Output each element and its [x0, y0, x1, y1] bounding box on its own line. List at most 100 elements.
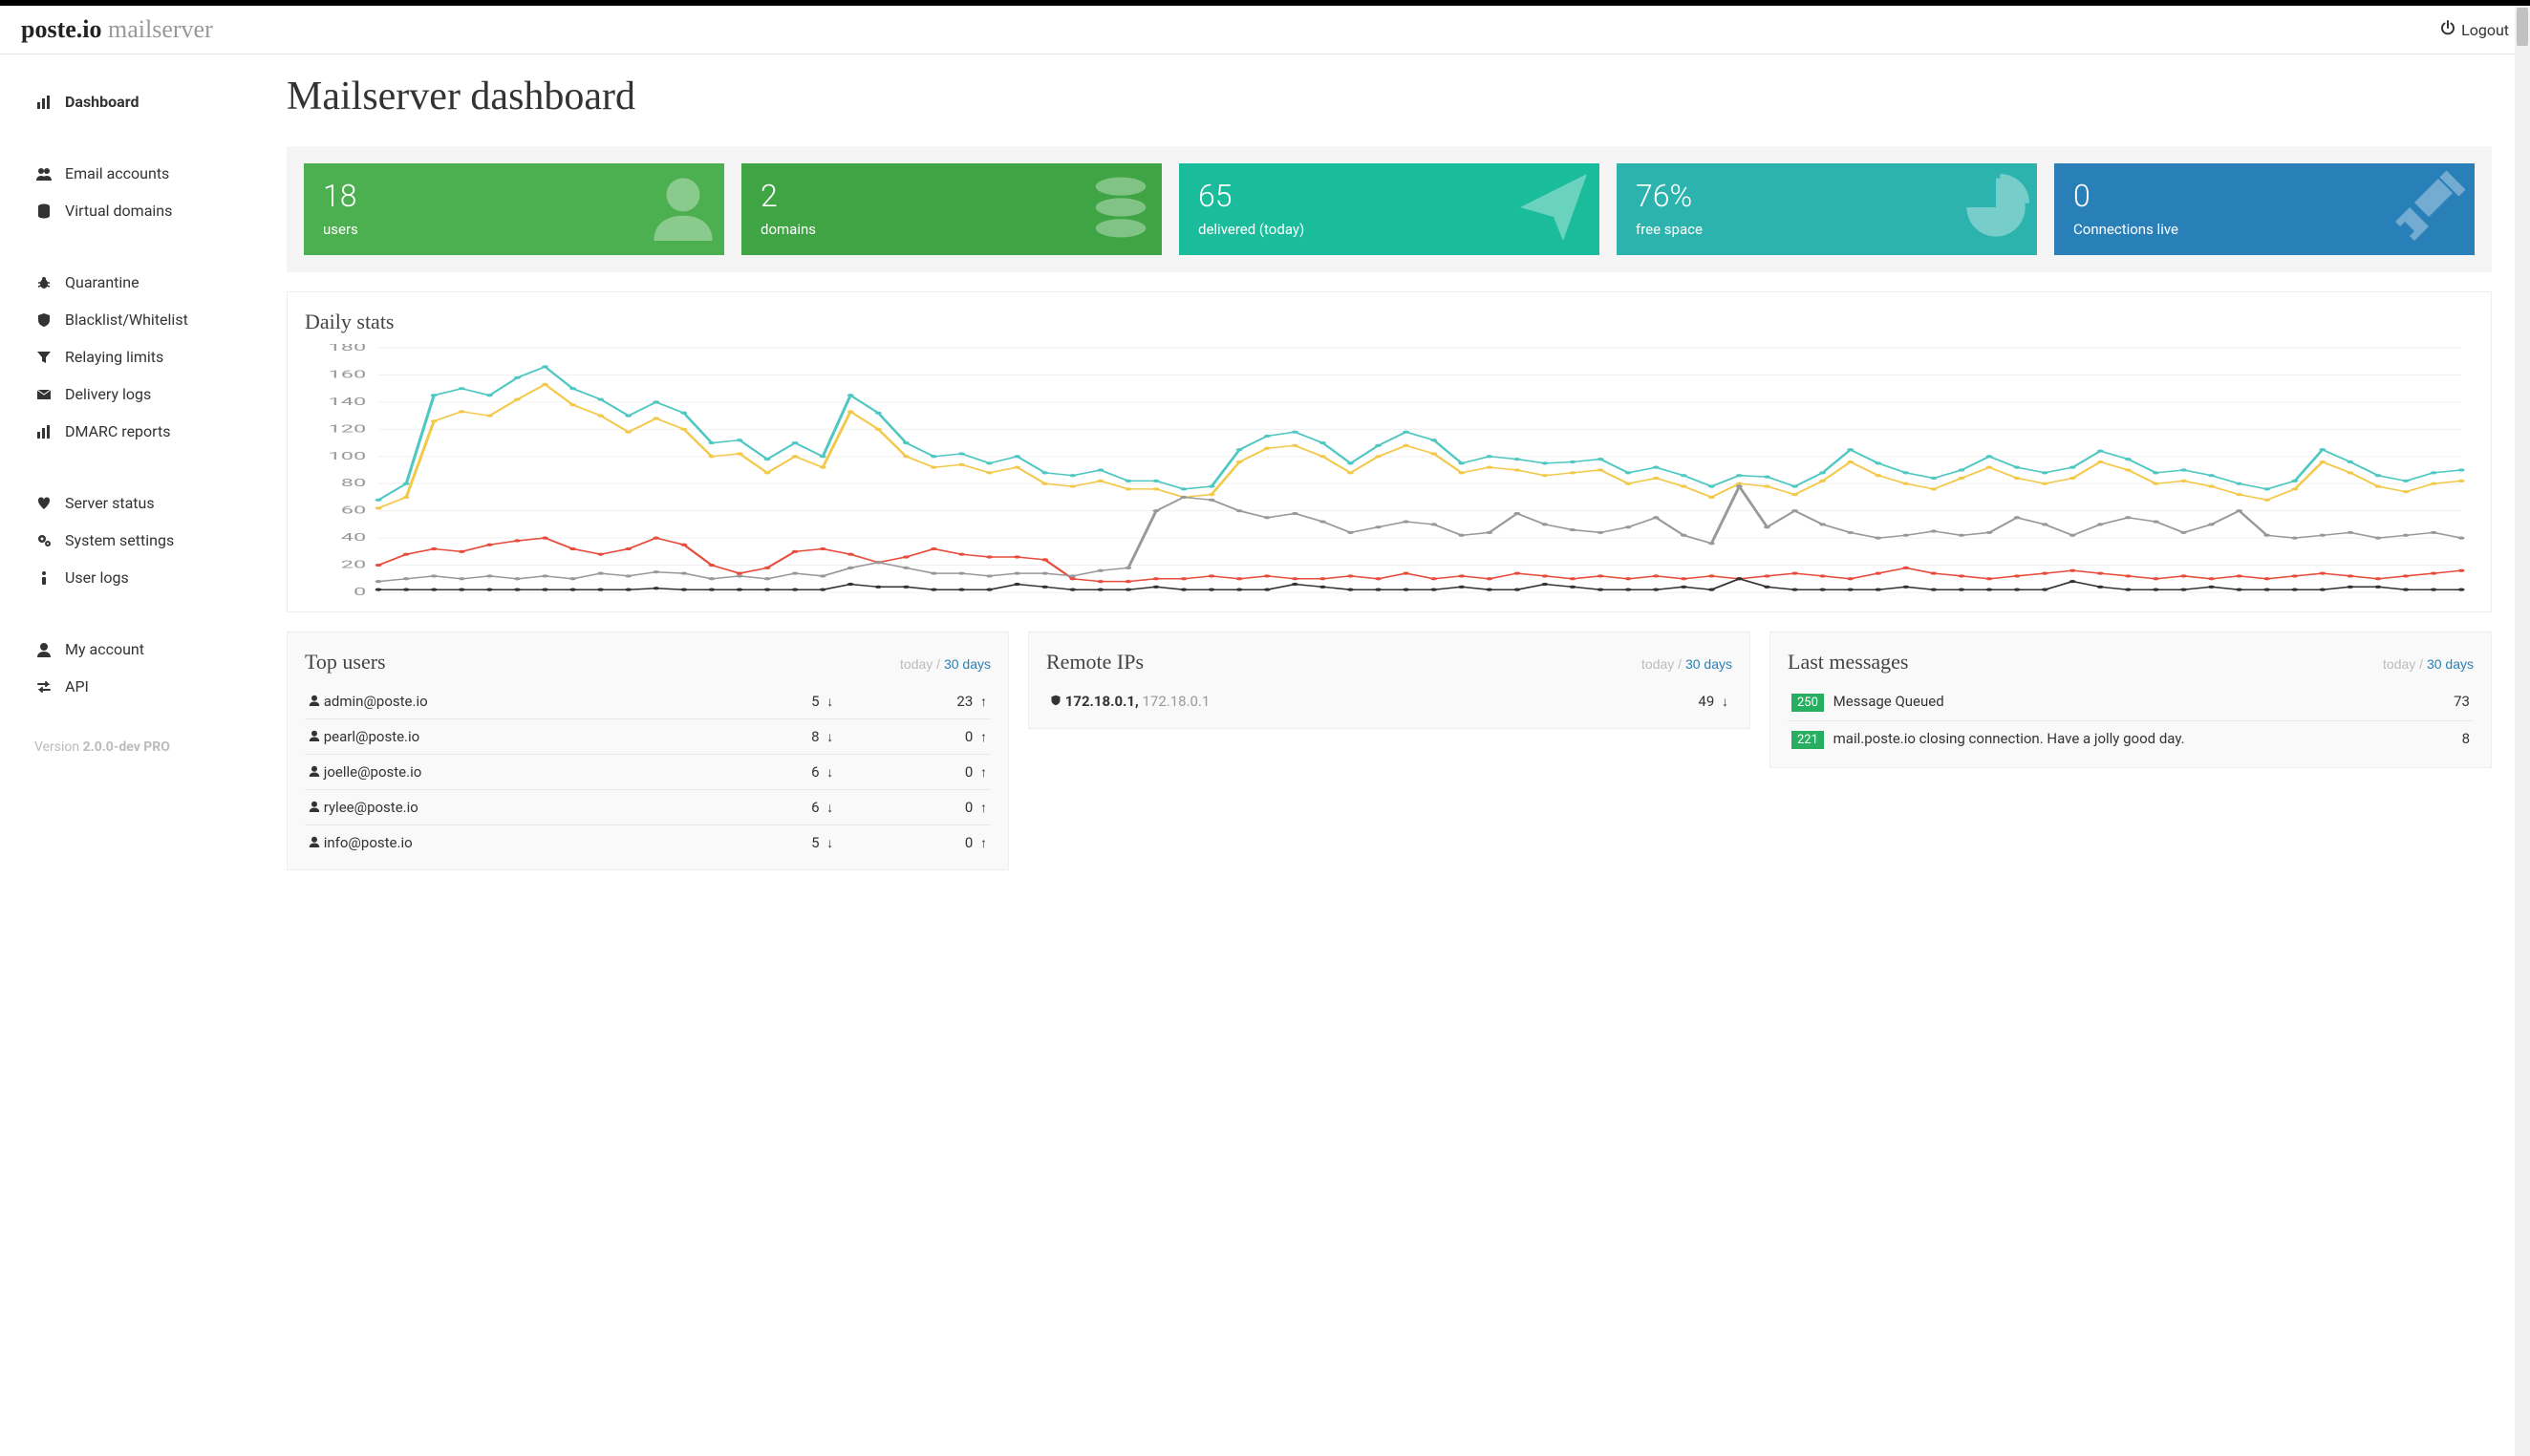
user-email: pearl@poste.io [324, 728, 419, 745]
message-text: Message Queued [1833, 693, 1944, 710]
in-count: 8 [811, 728, 819, 745]
page-title: Mailserver dashboard [287, 74, 2492, 119]
sidebar-item-label: Dashboard [65, 93, 139, 111]
send-icon [1515, 169, 1592, 249]
arrow-down-icon [823, 834, 833, 851]
remote-ips-30days-link[interactable]: 30 days [1685, 656, 1732, 672]
svg-text:20: 20 [341, 559, 366, 571]
out-count: 0 [965, 728, 973, 745]
arrow-down-icon [823, 763, 833, 781]
last-message-row[interactable]: 250 Message Queued 73 [1788, 684, 2474, 721]
sidebar-item-label: Delivery logs [65, 385, 151, 403]
remote-ips-title: Remote IPs [1046, 650, 1144, 674]
arrow-up-icon [976, 799, 987, 816]
user-email: admin@poste.io [324, 693, 428, 710]
arrow-down-icon [823, 799, 833, 816]
logo: poste.io mailserver [21, 15, 213, 44]
shield-icon [34, 312, 54, 328]
user-icon [309, 763, 320, 781]
remote-ips-panel: Remote IPs today / 30 days 172.18.0.1, 1… [1028, 632, 1750, 729]
top-users-range: today / 30 days [900, 656, 991, 672]
sidebar-item-relaying-limits[interactable]: Relaying limits [34, 338, 250, 375]
top-users-30days-link[interactable]: 30 days [944, 656, 991, 672]
top-users-row[interactable]: admin@poste.io 5 23 [305, 684, 991, 719]
arrow-up-icon [976, 763, 987, 781]
daily-stats-panel: Daily stats 020406080100120140160180 [287, 291, 2492, 612]
stat-tile-connections-live[interactable]: 0Connections live [2054, 163, 2475, 255]
svg-text:120: 120 [329, 423, 367, 436]
last-message-row[interactable]: 221 mail.poste.io closing connection. Ha… [1788, 721, 2474, 759]
last-messages-title: Last messages [1788, 650, 1908, 674]
tile-value: 18 [323, 181, 705, 211]
sidebar-item-dashboard[interactable]: Dashboard [34, 83, 250, 120]
sidebar-item-label: Server status [65, 494, 155, 512]
in-count: 6 [811, 763, 819, 781]
tile-value: 2 [761, 181, 1143, 211]
tile-label: free space [1636, 221, 2018, 238]
database-icon [1087, 174, 1154, 245]
message-count: 73 [2199, 684, 2474, 721]
info-icon [34, 570, 54, 586]
sidebar-item-server-status[interactable]: Server status [34, 484, 250, 522]
last-messages-30days-link[interactable]: 30 days [2427, 656, 2474, 672]
sidebar-item-user-logs[interactable]: User logs [34, 559, 250, 596]
bug-icon [34, 275, 54, 290]
sidebar-item-label: Blacklist/Whitelist [65, 310, 188, 329]
ip-grey: 172.18.0.1 [1142, 693, 1210, 710]
top-users-row[interactable]: rylee@poste.io 6 0 [305, 790, 991, 825]
version-label: Version 2.0.0-dev PRO [34, 739, 250, 755]
sidebar-item-my-account[interactable]: My account [34, 631, 250, 668]
top-users-title: Top users [305, 650, 386, 674]
status-badge: 250 [1791, 694, 1824, 712]
user-email: rylee@poste.io [324, 799, 418, 816]
sidebar-item-delivery-logs[interactable]: Delivery logs [34, 375, 250, 413]
heartbeat-icon [34, 496, 54, 511]
top-users-row[interactable]: pearl@poste.io 8 0 [305, 719, 991, 755]
pie-icon [1962, 174, 2029, 245]
user-icon [650, 174, 717, 245]
stat-tile-free-space[interactable]: 76%free space [1617, 163, 2037, 255]
bar-chart-icon [34, 424, 54, 439]
sidebar-item-label: Quarantine [65, 273, 139, 291]
sidebar-item-quarantine[interactable]: Quarantine [34, 264, 250, 301]
plug-icon [2391, 169, 2467, 249]
sidebar-item-label: Relaying limits [65, 348, 163, 366]
shield-icon [1050, 693, 1061, 710]
envelope-icon [34, 387, 54, 402]
top-users-row[interactable]: joelle@poste.io 6 0 [305, 755, 991, 790]
sidebar-item-blacklist-whitelist[interactable]: Blacklist/Whitelist [34, 301, 250, 338]
sidebar-item-system-settings[interactable]: System settings [34, 522, 250, 559]
stat-tile-users[interactable]: 18users [304, 163, 724, 255]
scrollbar[interactable] [2515, 6, 2530, 1456]
svg-text:80: 80 [341, 478, 366, 490]
user-icon [309, 834, 320, 851]
top-users-row[interactable]: info@poste.io 5 0 [305, 825, 991, 861]
svg-text:160: 160 [329, 369, 367, 381]
user-email: info@poste.io [324, 834, 413, 851]
logout-button[interactable]: Logout [2440, 20, 2509, 39]
remote-ip-row[interactable]: 172.18.0.1, 172.18.0.1 49 [1046, 684, 1732, 718]
daily-stats-title: Daily stats [305, 310, 2474, 334]
svg-text:0: 0 [354, 586, 366, 598]
header: poste.io mailserver Logout [0, 6, 2530, 54]
users-icon [34, 166, 54, 182]
filter-icon [34, 350, 54, 365]
sidebar-item-api[interactable]: API [34, 668, 250, 705]
tile-label: domains [761, 221, 1143, 238]
message-text: mail.poste.io closing connection. Have a… [1833, 730, 2185, 747]
out-count: 0 [965, 763, 973, 781]
stat-tiles: 18users 2 domains 65delivered (today)76%fre… [287, 146, 2492, 272]
sidebar: Dashboard Email accountsVirtual domains Qu… [0, 54, 268, 928]
bar-chart-icon [34, 95, 54, 110]
sidebar-item-dmarc-reports[interactable]: DMARC reports [34, 413, 250, 450]
power-icon [2440, 20, 2455, 39]
sidebar-item-label: DMARC reports [65, 422, 170, 440]
user-icon [309, 728, 320, 745]
sidebar-item-virtual-domains[interactable]: Virtual domains [34, 192, 250, 229]
stat-tile-domains[interactable]: 2 domains [741, 163, 1162, 255]
sidebar-item-email-accounts[interactable]: Email accounts [34, 155, 250, 192]
daily-stats-chart: 020406080100120140160180 [305, 344, 2474, 602]
in-count: 6 [811, 799, 819, 816]
cogs-icon [34, 533, 54, 548]
stat-tile-delivered-today-[interactable]: 65delivered (today) [1179, 163, 1599, 255]
